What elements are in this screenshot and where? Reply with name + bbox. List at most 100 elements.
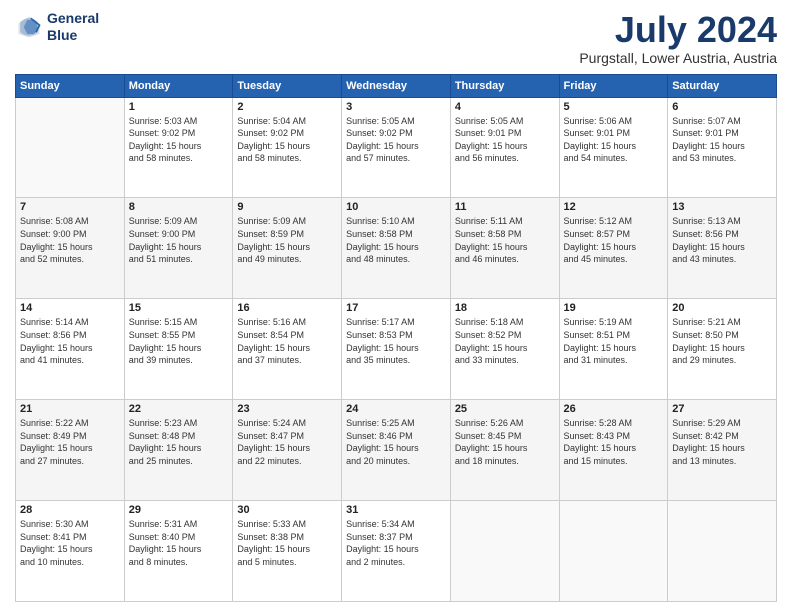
cell-info: Sunrise: 5:30 AM Sunset: 8:41 PM Dayligh…: [20, 518, 120, 568]
col-wednesday: Wednesday: [342, 74, 451, 97]
calendar-week-row-3: 14 Sunrise: 5:14 AM Sunset: 8:56 PM Dayli…: [16, 299, 777, 400]
day-number: 1: [129, 101, 229, 113]
logo-text: General Blue: [47, 10, 99, 44]
day-number: 8: [129, 201, 229, 213]
calendar-week-row-4: 21Sunrise: 5:22 AM Sunset: 8:49 PM Dayli…: [16, 400, 777, 501]
day-number: 27: [672, 403, 772, 415]
calendar-week-row-5: 28Sunrise: 5:30 AM Sunset: 8:41 PM Dayli…: [16, 501, 777, 602]
day-number: 24: [346, 403, 446, 415]
calendar-cell: 31 Sunrise: 5:34 AM Sunset: 8:37 PM Dayli…: [342, 501, 451, 602]
cell-info: Sunrise: 5:03 AM Sunset: 9:02 PM Dayligh…: [129, 115, 229, 165]
day-number: 12: [564, 201, 664, 213]
day-number: 30: [237, 504, 337, 516]
cell-info: Sunrise: 5:29 AM Sunset: 8:42 PM Dayligh…: [672, 417, 772, 467]
calendar-cell: 7 Sunrise: 5:08 AM Sunset: 9:00 PM Daylig…: [16, 198, 125, 299]
calendar-cell: 3 Sunrise: 5:05 AM Sunset: 9:02 PM Daylig…: [342, 97, 451, 198]
calendar-cell: 23 Sunrise: 5:24 AM Sunset: 8:47 PM Dayli…: [233, 400, 342, 501]
cell-info: Sunrise: 5:15 AM Sunset: 8:55 PM Dayligh…: [129, 316, 229, 366]
page: General Blue July 2024 Purgstall, Lower …: [0, 0, 792, 612]
calendar-cell: 21Sunrise: 5:22 AM Sunset: 8:49 PM Dayli…: [16, 400, 125, 501]
cell-info: Sunrise: 5:24 AM Sunset: 8:47 PM Dayligh…: [237, 417, 337, 467]
cell-info: Sunrise: 5:04 AM Sunset: 9:02 PM Dayligh…: [237, 115, 337, 165]
cell-info: Sunrise: 5:28 AM Sunset: 8:43 PM Dayligh…: [564, 417, 664, 467]
cell-info: Sunrise: 5:05 AM Sunset: 9:02 PM Dayligh…: [346, 115, 446, 165]
cell-info: Sunrise: 5:23 AM Sunset: 8:48 PM Dayligh…: [129, 417, 229, 467]
col-monday: Monday: [124, 74, 233, 97]
calendar-cell: 1 Sunrise: 5:03 AM Sunset: 9:02 PM Daylig…: [124, 97, 233, 198]
calendar-cell: 29Sunrise: 5:31 AM Sunset: 8:40 PM Dayli…: [124, 501, 233, 602]
cell-info: Sunrise: 5:25 AM Sunset: 8:46 PM Dayligh…: [346, 417, 446, 467]
day-number: 11: [455, 201, 555, 213]
day-number: 26: [564, 403, 664, 415]
day-number: 16: [237, 302, 337, 314]
day-number: 7: [20, 201, 120, 213]
calendar-cell: 10 Sunrise: 5:10 AM Sunset: 8:58 PM Dayli…: [342, 198, 451, 299]
calendar-table: Sunday Monday Tuesday Wednesday Thursday…: [15, 74, 777, 602]
calendar-cell: 4 Sunrise: 5:05 AM Sunset: 9:01 PM Daylig…: [450, 97, 559, 198]
day-number: 13: [672, 201, 772, 213]
logo: General Blue: [15, 10, 99, 44]
cell-info: Sunrise: 5:34 AM Sunset: 8:37 PM Dayligh…: [346, 518, 446, 568]
cell-info: Sunrise: 5:05 AM Sunset: 9:01 PM Dayligh…: [455, 115, 555, 165]
calendar-week-row-2: 7 Sunrise: 5:08 AM Sunset: 9:00 PM Daylig…: [16, 198, 777, 299]
calendar-cell: 15Sunrise: 5:15 AM Sunset: 8:55 PM Dayli…: [124, 299, 233, 400]
day-number: 10: [346, 201, 446, 213]
calendar-cell: 30 Sunrise: 5:33 AM Sunset: 8:38 PM Dayli…: [233, 501, 342, 602]
calendar-cell: 12 Sunrise: 5:12 AM Sunset: 8:57 PM Dayli…: [559, 198, 668, 299]
calendar-cell: 24 Sunrise: 5:25 AM Sunset: 8:46 PM Dayli…: [342, 400, 451, 501]
cell-info: Sunrise: 5:31 AM Sunset: 8:40 PM Dayligh…: [129, 518, 229, 568]
calendar-cell: [559, 501, 668, 602]
logo-line1: General: [47, 10, 99, 27]
day-number: 3: [346, 101, 446, 113]
calendar-cell: 8 Sunrise: 5:09 AM Sunset: 9:00 PM Daylig…: [124, 198, 233, 299]
cell-info: Sunrise: 5:19 AM Sunset: 8:51 PM Dayligh…: [564, 316, 664, 366]
col-tuesday: Tuesday: [233, 74, 342, 97]
calendar-cell: 20Sunrise: 5:21 AM Sunset: 8:50 PM Dayli…: [668, 299, 777, 400]
calendar-cell: [668, 501, 777, 602]
cell-info: Sunrise: 5:18 AM Sunset: 8:52 PM Dayligh…: [455, 316, 555, 366]
calendar-cell: 28Sunrise: 5:30 AM Sunset: 8:41 PM Dayli…: [16, 501, 125, 602]
calendar-cell: 25 Sunrise: 5:26 AM Sunset: 8:45 PM Dayli…: [450, 400, 559, 501]
calendar-cell: 13Sunrise: 5:13 AM Sunset: 8:56 PM Dayli…: [668, 198, 777, 299]
day-number: 4: [455, 101, 555, 113]
day-number: 18: [455, 302, 555, 314]
calendar-cell: 16Sunrise: 5:16 AM Sunset: 8:54 PM Dayli…: [233, 299, 342, 400]
col-thursday: Thursday: [450, 74, 559, 97]
day-number: 31: [346, 504, 446, 516]
cell-info: Sunrise: 5:06 AM Sunset: 9:01 PM Dayligh…: [564, 115, 664, 165]
cell-info: Sunrise: 5:26 AM Sunset: 8:45 PM Dayligh…: [455, 417, 555, 467]
calendar-cell: 2 Sunrise: 5:04 AM Sunset: 9:02 PM Daylig…: [233, 97, 342, 198]
day-number: 14: [20, 302, 120, 314]
day-number: 22: [129, 403, 229, 415]
day-number: 25: [455, 403, 555, 415]
calendar-cell: 19 Sunrise: 5:19 AM Sunset: 8:51 PM Dayli…: [559, 299, 668, 400]
cell-info: Sunrise: 5:10 AM Sunset: 8:58 PM Dayligh…: [346, 215, 446, 265]
day-number: 23: [237, 403, 337, 415]
cell-info: Sunrise: 5:33 AM Sunset: 8:38 PM Dayligh…: [237, 518, 337, 568]
cell-info: Sunrise: 5:12 AM Sunset: 8:57 PM Dayligh…: [564, 215, 664, 265]
calendar-week-row-1: 1 Sunrise: 5:03 AM Sunset: 9:02 PM Daylig…: [16, 97, 777, 198]
cell-info: Sunrise: 5:17 AM Sunset: 8:53 PM Dayligh…: [346, 316, 446, 366]
day-number: 17: [346, 302, 446, 314]
cell-info: Sunrise: 5:11 AM Sunset: 8:58 PM Dayligh…: [455, 215, 555, 265]
logo-icon: [15, 13, 43, 41]
location: Purgstall, Lower Austria, Austria: [579, 50, 777, 66]
day-number: 19: [564, 302, 664, 314]
day-number: 21: [20, 403, 120, 415]
calendar-header-row: Sunday Monday Tuesday Wednesday Thursday…: [16, 74, 777, 97]
cell-info: Sunrise: 5:14 AM Sunset: 8:56 PM Dayligh…: [20, 316, 120, 366]
calendar-cell: 11 Sunrise: 5:11 AM Sunset: 8:58 PM Dayli…: [450, 198, 559, 299]
calendar-cell: 27 Sunrise: 5:29 AM Sunset: 8:42 PM Dayli…: [668, 400, 777, 501]
month-year: July 2024: [579, 10, 777, 50]
col-saturday: Saturday: [668, 74, 777, 97]
cell-info: Sunrise: 5:09 AM Sunset: 9:00 PM Dayligh…: [129, 215, 229, 265]
cell-info: Sunrise: 5:08 AM Sunset: 9:00 PM Dayligh…: [20, 215, 120, 265]
calendar-cell: 5Sunrise: 5:06 AM Sunset: 9:01 PM Daylig…: [559, 97, 668, 198]
day-number: 6: [672, 101, 772, 113]
cell-info: Sunrise: 5:07 AM Sunset: 9:01 PM Dayligh…: [672, 115, 772, 165]
calendar-cell: [16, 97, 125, 198]
day-number: 2: [237, 101, 337, 113]
calendar-cell: 17 Sunrise: 5:17 AM Sunset: 8:53 PM Dayli…: [342, 299, 451, 400]
calendar-cell: 22 Sunrise: 5:23 AM Sunset: 8:48 PM Dayli…: [124, 400, 233, 501]
logo-line2: Blue: [47, 27, 99, 44]
